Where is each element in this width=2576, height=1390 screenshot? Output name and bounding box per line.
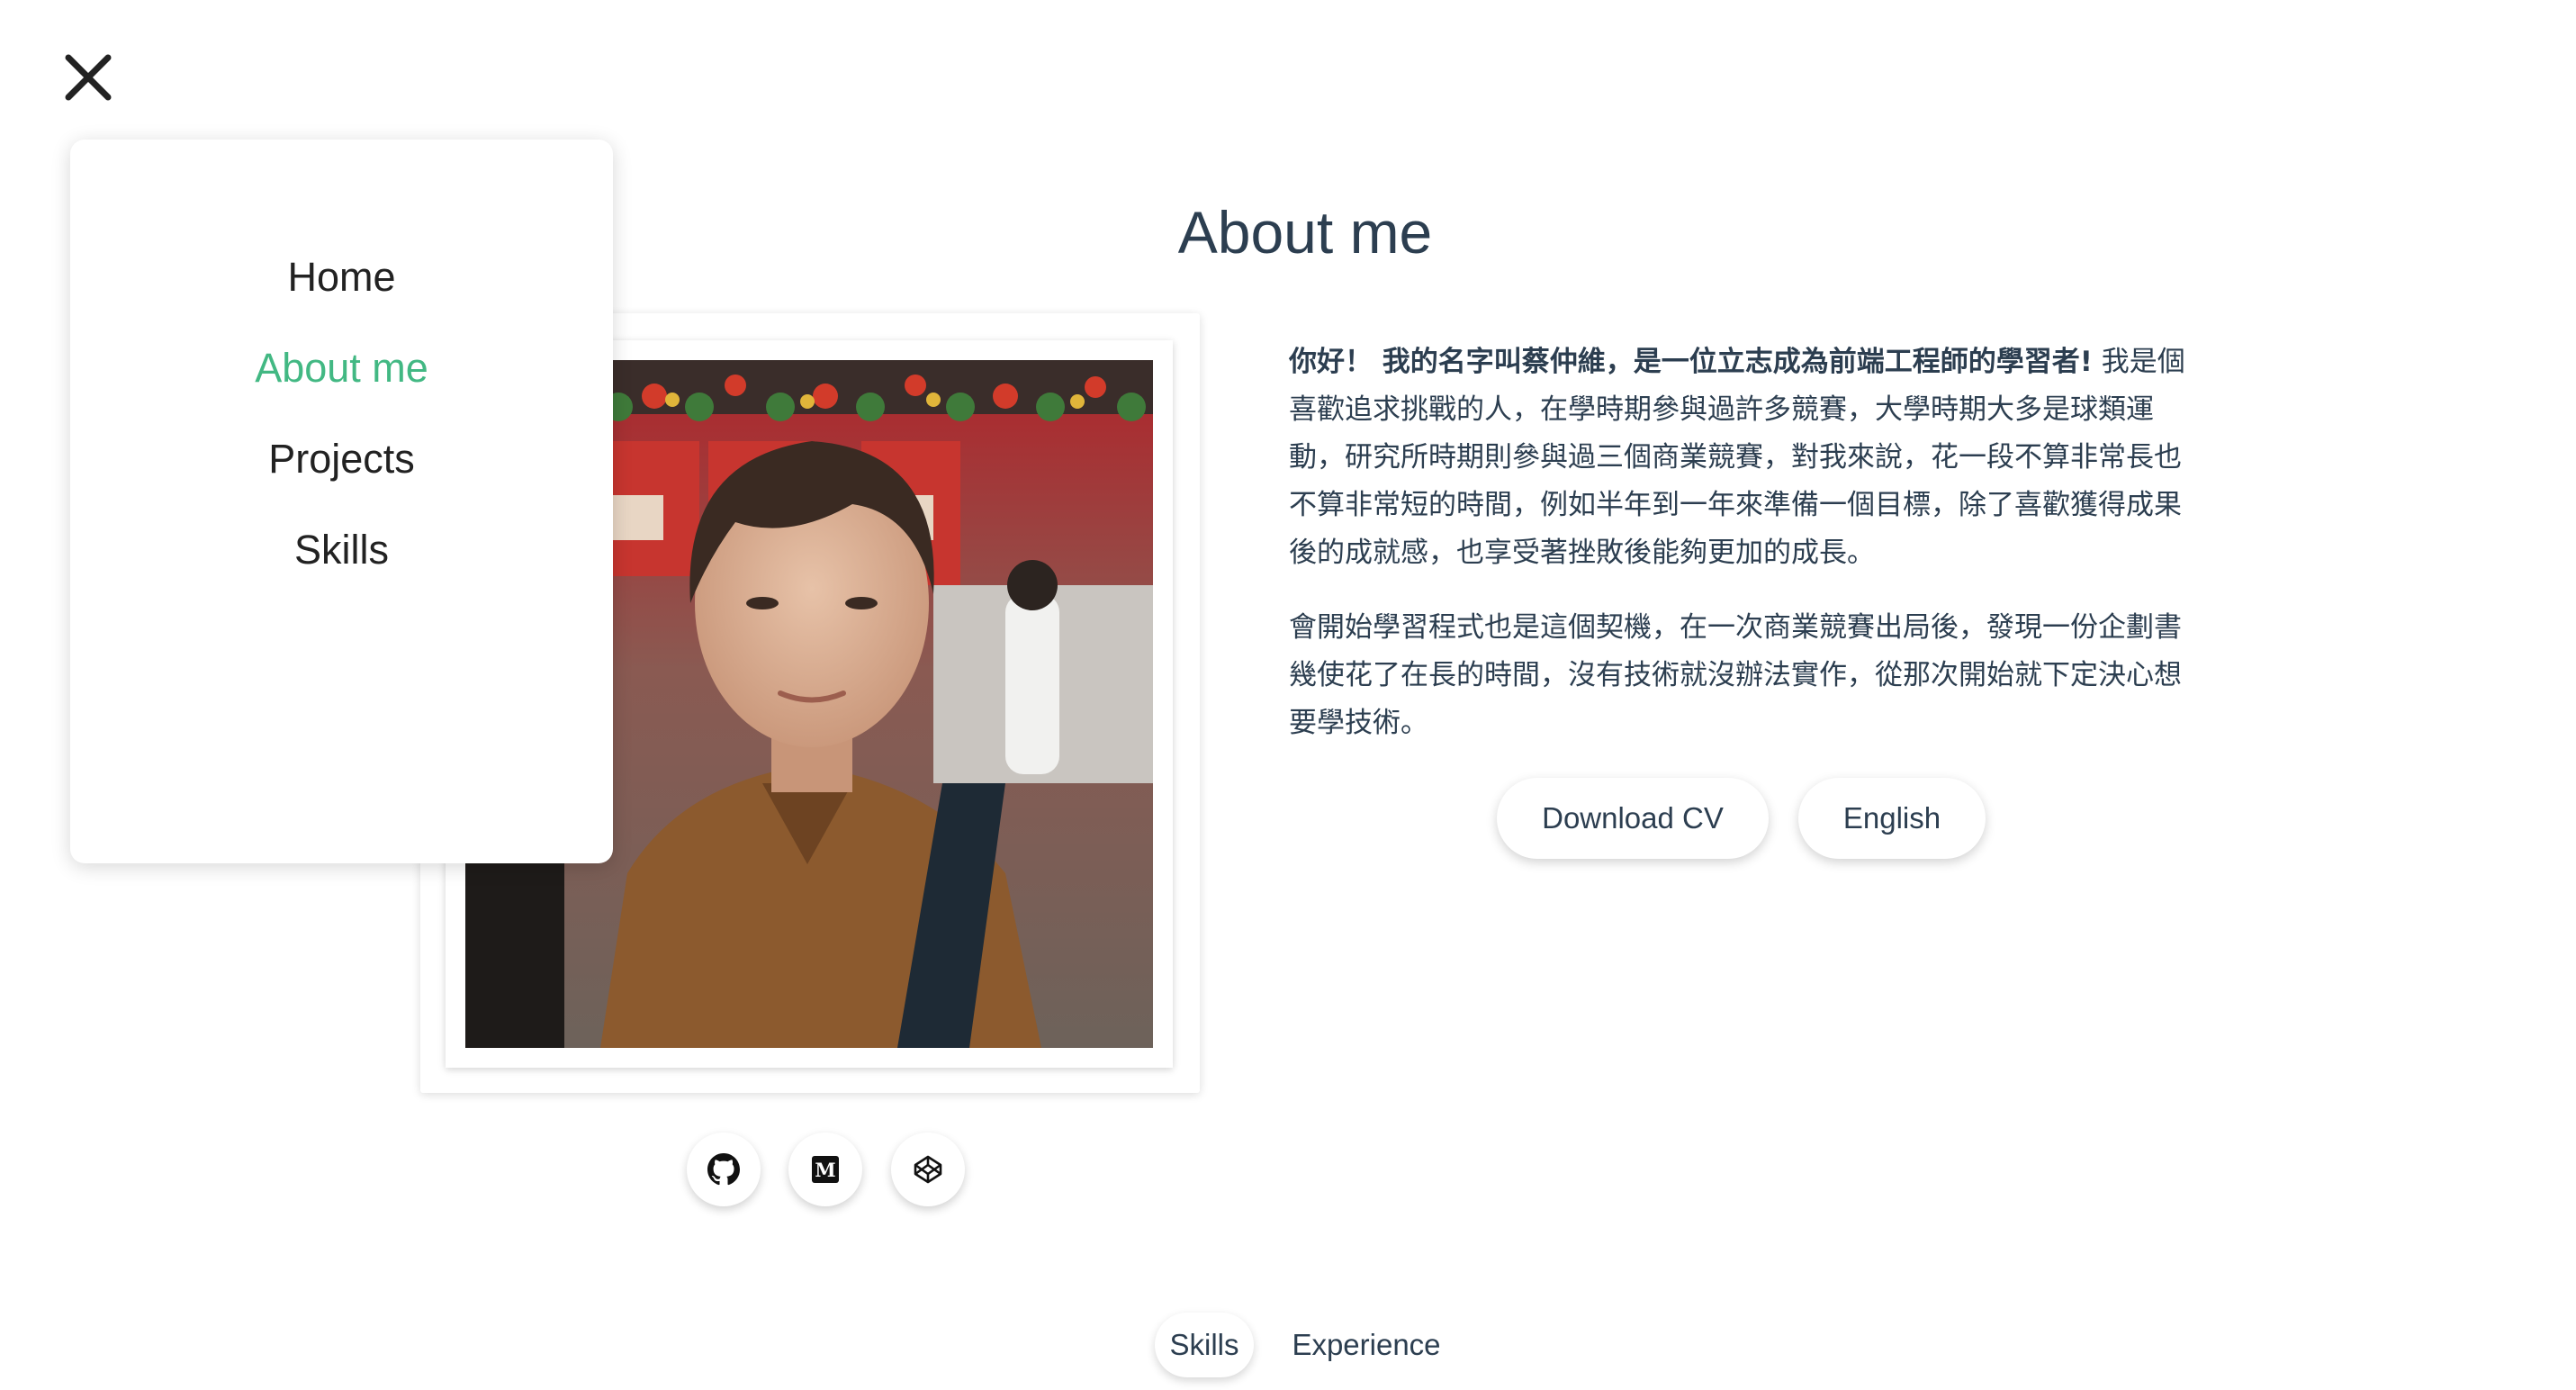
svg-text:M: M [815, 1159, 835, 1181]
nav-menu-panel: Home About me Projects Skills [70, 140, 613, 863]
nav-item-about-me[interactable]: About me [70, 337, 613, 428]
codepen-link[interactable] [891, 1133, 965, 1206]
bio-intro-rest: 我是個喜歡追求挑戰的人，在學時期參與過許多競賽，大學時期大多是球類運動，研究所時… [1289, 346, 2185, 569]
language-toggle-button[interactable]: English [1798, 778, 1986, 859]
page-title: About me [1177, 199, 1433, 266]
nav-item-projects[interactable]: Projects [70, 428, 613, 519]
bio-text: 你好！ 我的名字叫蔡仲維，是一位立志成為前端工程師的學習者! 我是個喜歡追求挑戰… [1289, 338, 2198, 774]
nav-item-skills[interactable]: Skills [70, 519, 613, 609]
bio-paragraph-1: 你好！ 我的名字叫蔡仲維，是一位立志成為前端工程師的學習者! 我是個喜歡追求挑戰… [1289, 338, 2198, 577]
github-link[interactable] [687, 1133, 761, 1206]
nav-menu: Home About me Projects Skills [70, 246, 613, 609]
tab-skills[interactable]: Skills [1155, 1313, 1254, 1377]
codepen-icon [914, 1155, 942, 1184]
bio-paragraph-2: 會開始學習程式也是這個契機，在一次商業競賽出局後，發現一份企劃書幾使花了在長的時… [1289, 611, 2182, 739]
medium-icon: M [812, 1156, 839, 1183]
close-icon [65, 54, 112, 101]
download-cv-button[interactable]: Download CV [1497, 778, 1769, 859]
tab-experience[interactable]: Experience [1276, 1313, 1456, 1377]
github-icon [707, 1153, 740, 1186]
medium-link[interactable]: M [788, 1133, 862, 1206]
close-menu-button[interactable] [56, 45, 121, 110]
bio-intro-bold: 你好！ 我的名字叫蔡仲維，是一位立志成為前端工程師的學習者! [1289, 346, 2093, 378]
nav-item-home[interactable]: Home [70, 246, 613, 337]
